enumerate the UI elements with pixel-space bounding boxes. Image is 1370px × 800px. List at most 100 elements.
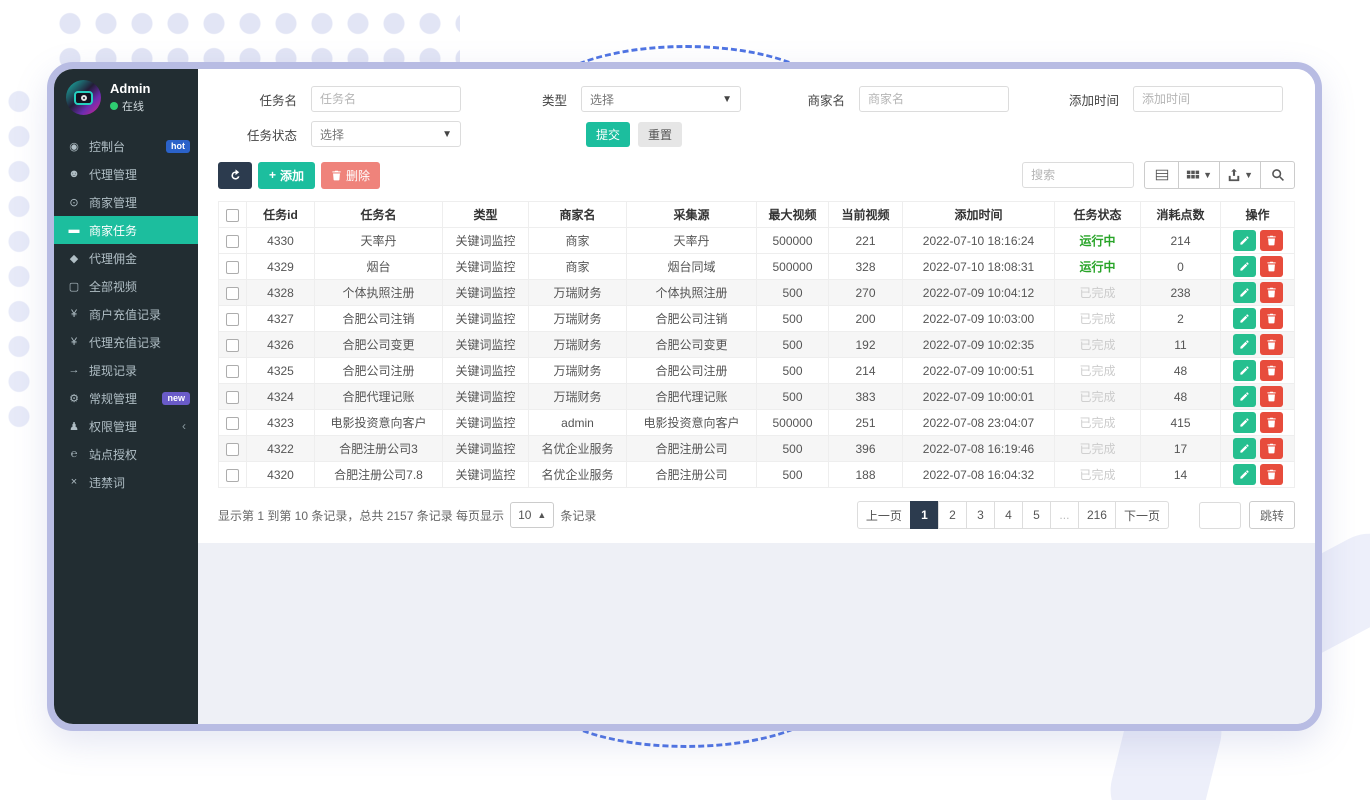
row-edit-button[interactable]: [1233, 386, 1256, 407]
column-header[interactable]: 商家名: [529, 202, 627, 228]
cell-time: 2022-07-09 10:00:01: [903, 384, 1055, 410]
row-edit-button[interactable]: [1233, 412, 1256, 433]
row-delete-button[interactable]: [1260, 256, 1283, 277]
sidebar-item-6[interactable]: ▢全部视频: [54, 272, 198, 300]
cell-max: 500: [757, 280, 829, 306]
add-time-input[interactable]: [1133, 86, 1283, 112]
row-checkbox[interactable]: [226, 469, 239, 482]
row-delete-button[interactable]: [1260, 464, 1283, 485]
sidebar-item-12[interactable]: ℮站点授权: [54, 440, 198, 468]
reset-button[interactable]: 重置: [638, 122, 682, 147]
sidebar-item-13[interactable]: ×违禁词: [54, 468, 198, 496]
row-delete-button[interactable]: [1260, 282, 1283, 303]
sidebar-item-4[interactable]: ▬商家任务: [54, 216, 198, 244]
row-checkbox[interactable]: [226, 261, 239, 274]
row-delete-button[interactable]: [1260, 438, 1283, 459]
cell-time: 2022-07-08 16:19:46: [903, 436, 1055, 462]
site-auth-icon: ℮: [67, 448, 81, 460]
trash-icon: [1266, 313, 1277, 324]
sidebar: Admin 在线 ◉控制台hot☻代理管理⊙商家管理▬商家任务◆代理佣金▢全部视…: [54, 69, 198, 724]
select-all-checkbox[interactable]: [226, 209, 239, 222]
sidebar-item-8[interactable]: ¥代理充值记录: [54, 328, 198, 356]
row-delete-button[interactable]: [1260, 360, 1283, 381]
row-delete-button[interactable]: [1260, 308, 1283, 329]
row-checkbox[interactable]: [226, 339, 239, 352]
row-edit-button[interactable]: [1233, 464, 1256, 485]
row-edit-button[interactable]: [1233, 256, 1256, 277]
row-checkbox[interactable]: [226, 365, 239, 378]
sidebar-item-2[interactable]: ☻代理管理: [54, 160, 198, 188]
online-dot-icon: [110, 102, 118, 110]
page-size-value: 10: [518, 508, 531, 522]
sidebar-item-11[interactable]: ♟权限管理‹: [54, 412, 198, 440]
page-size-select[interactable]: 10 ▲: [510, 502, 554, 528]
export-button[interactable]: ▼: [1219, 161, 1261, 189]
column-header[interactable]: 任务id: [247, 202, 315, 228]
page-button-2[interactable]: 2: [938, 501, 967, 529]
page-button-下一页[interactable]: 下一页: [1115, 501, 1169, 529]
type-select[interactable]: 选择 ▼: [581, 86, 741, 112]
avatar[interactable]: [66, 80, 101, 115]
row-edit-button[interactable]: [1233, 282, 1256, 303]
toggle-view-button[interactable]: [1144, 161, 1179, 189]
row-edit-button[interactable]: [1233, 230, 1256, 251]
sidebar-item-9[interactable]: →提现记录: [54, 356, 198, 384]
refresh-button[interactable]: [218, 162, 252, 189]
submit-button[interactable]: 提交: [586, 122, 630, 147]
row-delete-button[interactable]: [1260, 386, 1283, 407]
page-button-1[interactable]: 1: [910, 501, 939, 529]
row-edit-button[interactable]: [1233, 308, 1256, 329]
jump-page-input[interactable]: [1199, 502, 1241, 529]
column-header[interactable]: 操作: [1221, 202, 1295, 228]
columns-button[interactable]: ▼: [1178, 161, 1220, 189]
column-header[interactable]: 类型: [443, 202, 529, 228]
cell-current: 192: [829, 332, 903, 358]
page-button-3[interactable]: 3: [966, 501, 995, 529]
cell-time: 2022-07-09 10:02:35: [903, 332, 1055, 358]
cell-type: 关键词监控: [443, 254, 529, 280]
row-delete-button[interactable]: [1260, 230, 1283, 251]
column-header[interactable]: 采集源: [627, 202, 757, 228]
row-checkbox[interactable]: [226, 443, 239, 456]
row-checkbox[interactable]: [226, 287, 239, 300]
sidebar-item-1[interactable]: ◉控制台hot: [54, 132, 198, 160]
task-status-select[interactable]: 选择 ▼: [311, 121, 461, 147]
cell-name: 电影投资意向客户: [315, 410, 443, 436]
column-header[interactable]: 添加时间: [903, 202, 1055, 228]
page-button-5[interactable]: 5: [1022, 501, 1051, 529]
row-checkbox[interactable]: [226, 313, 239, 326]
add-button[interactable]: +添加: [258, 162, 315, 189]
search-button[interactable]: [1260, 161, 1295, 189]
column-header[interactable]: 当前视频: [829, 202, 903, 228]
banned-words-icon: ×: [67, 476, 81, 488]
table-search-input[interactable]: [1022, 162, 1134, 188]
sidebar-item-5[interactable]: ◆代理佣金: [54, 244, 198, 272]
column-header[interactable]: 最大视频: [757, 202, 829, 228]
sidebar-item-10[interactable]: ⚙常规管理new: [54, 384, 198, 412]
page-button-4[interactable]: 4: [994, 501, 1023, 529]
column-header[interactable]: 任务状态: [1055, 202, 1141, 228]
cell-current: 214: [829, 358, 903, 384]
task-name-input[interactable]: [311, 86, 461, 112]
page-button-216[interactable]: 216: [1078, 501, 1116, 529]
row-edit-button[interactable]: [1233, 360, 1256, 381]
row-select-cell: [219, 384, 247, 410]
row-edit-button[interactable]: [1233, 438, 1256, 459]
row-edit-button[interactable]: [1233, 334, 1256, 355]
row-checkbox[interactable]: [226, 235, 239, 248]
delete-button[interactable]: 删除: [321, 162, 380, 189]
jump-button[interactable]: 跳转: [1249, 501, 1295, 529]
row-delete-button[interactable]: [1260, 412, 1283, 433]
cell-max: 500: [757, 462, 829, 488]
cell-actions: [1221, 228, 1295, 254]
sidebar-item-7[interactable]: ¥商户充值记录: [54, 300, 198, 328]
row-delete-button[interactable]: [1260, 334, 1283, 355]
sidebar-item-label: 代理佣金: [89, 250, 137, 267]
column-header[interactable]: 消耗点数: [1141, 202, 1221, 228]
page-button-上一页[interactable]: 上一页: [857, 501, 911, 529]
row-checkbox[interactable]: [226, 417, 239, 430]
row-checkbox[interactable]: [226, 391, 239, 404]
sidebar-item-3[interactable]: ⊙商家管理: [54, 188, 198, 216]
merchant-input[interactable]: [859, 86, 1009, 112]
column-header[interactable]: 任务名: [315, 202, 443, 228]
